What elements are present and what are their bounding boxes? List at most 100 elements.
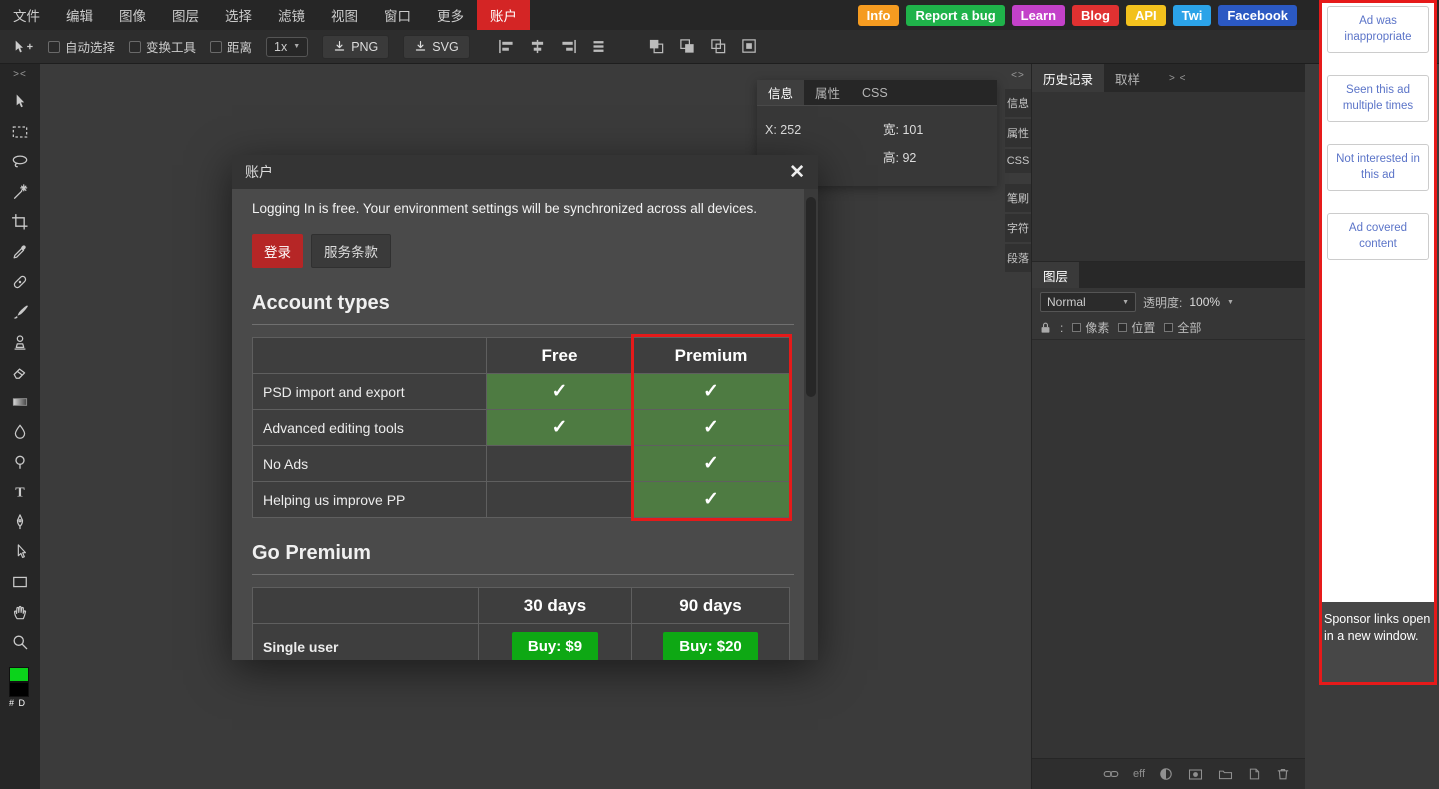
- opacity-value[interactable]: 100%: [1189, 295, 1220, 309]
- align-right-icon[interactable]: [560, 39, 577, 54]
- distribute-vertical-icon[interactable]: [591, 39, 606, 54]
- strip-tab-paragraph[interactable]: 段落: [1005, 244, 1031, 272]
- link-facebook[interactable]: Facebook: [1218, 4, 1297, 26]
- terms-button[interactable]: 服务条款: [311, 234, 391, 268]
- ad-inappropriate-button[interactable]: Ad was inappropriate: [1327, 6, 1429, 54]
- zoom-tool[interactable]: [5, 627, 35, 657]
- buy-30-days-button[interactable]: Buy: $9: [511, 632, 599, 660]
- menu-item-more[interactable]: 更多: [424, 0, 477, 30]
- lock-all-toggle[interactable]: 全部: [1164, 319, 1201, 336]
- history-list[interactable]: [1032, 92, 1305, 262]
- gradient-tool[interactable]: [5, 387, 35, 417]
- lock-pixels-toggle[interactable]: 像素: [1072, 319, 1109, 336]
- login-button[interactable]: 登录: [252, 234, 303, 268]
- tab-history[interactable]: 历史记录: [1032, 64, 1105, 92]
- align-center-horizontal-icon[interactable]: [529, 39, 546, 54]
- eraser-tool[interactable]: [5, 357, 35, 387]
- auto-select-checkbox[interactable]: 自动选择: [48, 37, 115, 56]
- buy-90-days-button[interactable]: Buy: $20: [663, 632, 758, 660]
- menu-item-filter[interactable]: 滤镜: [265, 0, 318, 30]
- lock-position-toggle[interactable]: 位置: [1118, 319, 1155, 336]
- link-layers-icon[interactable]: [1102, 766, 1120, 782]
- strip-collapse-handle[interactable]: <>: [1011, 70, 1025, 81]
- rectangle-tool[interactable]: [5, 567, 35, 597]
- ad-not-interested-button[interactable]: Not interested in this ad: [1327, 144, 1429, 192]
- zoom-select[interactable]: 1x ▼: [266, 36, 309, 57]
- strip-tab-character[interactable]: 字符: [1005, 214, 1031, 242]
- clone-stamp-tool[interactable]: [5, 327, 35, 357]
- link-learn[interactable]: Learn: [1011, 4, 1066, 26]
- marquee-select-tool[interactable]: [5, 117, 35, 147]
- menu-item-account[interactable]: 账户: [477, 0, 530, 30]
- menu-item-layer[interactable]: 图层: [159, 0, 212, 30]
- menu-item-edit[interactable]: 编辑: [53, 0, 106, 30]
- ad-covered-content-button[interactable]: Ad covered content: [1327, 213, 1429, 261]
- checkbox-box[interactable]: [1118, 323, 1128, 332]
- magic-wand-tool[interactable]: [5, 177, 35, 207]
- new-layer-icon[interactable]: [1247, 766, 1262, 782]
- type-tool[interactable]: T: [5, 477, 35, 507]
- checkbox-box[interactable]: [48, 40, 60, 53]
- layer-mask-icon[interactable]: [1187, 767, 1204, 782]
- move-tool[interactable]: [5, 87, 35, 117]
- healing-tool[interactable]: [5, 267, 35, 297]
- brush-tool[interactable]: [5, 297, 35, 327]
- menu-item-file[interactable]: 文件: [0, 0, 53, 30]
- export-svg-button[interactable]: SVG: [403, 34, 470, 59]
- pen-tool[interactable]: [5, 507, 35, 537]
- tools-collapse-handle[interactable]: ><: [13, 69, 27, 80]
- menu-item-window[interactable]: 窗口: [371, 0, 424, 30]
- panel-collapse-handle[interactable]: > <: [1169, 73, 1186, 84]
- tab-swatches[interactable]: 取样: [1104, 64, 1151, 92]
- blend-mode-select[interactable]: Normal ▼: [1040, 292, 1136, 312]
- checkbox-box[interactable]: [1164, 323, 1174, 332]
- foreground-color-swatch[interactable]: [9, 667, 29, 682]
- crop-tool[interactable]: [5, 207, 35, 237]
- eyedropper-tool[interactable]: [5, 237, 35, 267]
- send-backward-icon[interactable]: [710, 38, 727, 55]
- canvas-area[interactable]: 信息 属性 CSS X: 252 宽: 101 高: 92 账户 ✕ Loggi…: [40, 64, 1005, 789]
- dialog-scrollbar-thumb[interactable]: [806, 197, 816, 397]
- dialog-titlebar[interactable]: 账户 ✕: [232, 155, 818, 189]
- delete-layer-icon[interactable]: [1275, 766, 1291, 782]
- menu-item-view[interactable]: 视图: [318, 0, 371, 30]
- adjustment-layer-icon[interactable]: [1158, 766, 1174, 782]
- link-report-bug[interactable]: Report a bug: [906, 4, 1005, 26]
- hand-tool[interactable]: [5, 597, 35, 627]
- send-back-icon[interactable]: [741, 38, 758, 55]
- bring-front-icon[interactable]: [648, 38, 665, 55]
- close-icon[interactable]: ✕: [789, 163, 805, 182]
- checkbox-box[interactable]: [129, 40, 142, 53]
- blur-tool[interactable]: [5, 417, 35, 447]
- dialog-scrollbar[interactable]: [804, 189, 818, 660]
- checkbox-box[interactable]: [1072, 323, 1082, 332]
- menu-item-select[interactable]: 选择: [212, 0, 265, 30]
- bring-forward-icon[interactable]: [679, 38, 696, 55]
- strip-tab-css[interactable]: CSS: [1005, 149, 1031, 173]
- transform-controls-checkbox[interactable]: 变换工具: [129, 37, 196, 56]
- strip-tab-info[interactable]: 信息: [1005, 89, 1031, 117]
- tab-css[interactable]: CSS: [851, 80, 899, 105]
- dodge-tool[interactable]: [5, 447, 35, 477]
- distances-checkbox[interactable]: 距离: [210, 37, 252, 56]
- link-twitter[interactable]: Twi: [1172, 4, 1212, 26]
- link-info[interactable]: Info: [857, 4, 900, 26]
- new-group-icon[interactable]: [1217, 767, 1234, 782]
- align-left-icon[interactable]: [498, 39, 515, 54]
- tab-properties[interactable]: 属性: [804, 80, 851, 105]
- checkbox-box[interactable]: [210, 40, 223, 53]
- path-select-tool[interactable]: [5, 537, 35, 567]
- ad-seen-multiple-button[interactable]: Seen this ad multiple times: [1327, 75, 1429, 123]
- link-api[interactable]: API: [1125, 4, 1166, 26]
- strip-tab-properties[interactable]: 属性: [1005, 119, 1031, 147]
- layers-list[interactable]: [1032, 340, 1305, 758]
- link-blog[interactable]: Blog: [1072, 4, 1119, 26]
- tab-layers[interactable]: 图层: [1032, 262, 1080, 288]
- tab-info[interactable]: 信息: [757, 80, 805, 105]
- opacity-dropdown-icon[interactable]: ▼: [1227, 299, 1234, 306]
- strip-tab-brush[interactable]: 笔刷: [1005, 184, 1031, 212]
- layer-effects-button[interactable]: eff: [1133, 768, 1145, 780]
- background-color-swatch[interactable]: [9, 682, 29, 697]
- menu-item-image[interactable]: 图像: [106, 0, 159, 30]
- export-png-button[interactable]: PNG: [322, 34, 390, 59]
